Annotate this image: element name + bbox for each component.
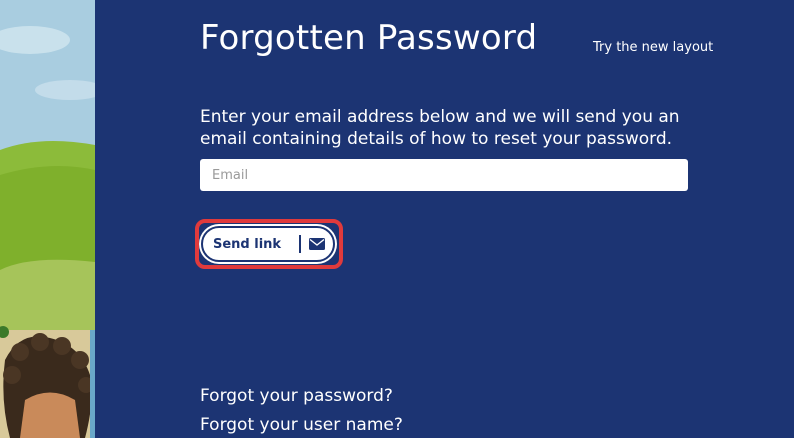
main-panel: Forgotten Password Try the new layout En… <box>95 0 794 438</box>
forgot-password-link[interactable]: Forgot your password? <box>200 386 393 406</box>
button-divider <box>299 235 302 253</box>
send-link-label: Send link <box>213 236 282 252</box>
instructions-text: Enter your email address below and we wi… <box>200 107 680 149</box>
page-title: Forgotten Password <box>200 18 538 58</box>
email-input[interactable] <box>200 159 688 191</box>
side-illustration <box>0 0 95 438</box>
send-link-button[interactable]: Send link <box>201 226 335 262</box>
try-new-layout-link[interactable]: Try the new layout <box>593 40 713 55</box>
envelope-icon <box>309 238 326 250</box>
forgot-username-link[interactable]: Forgot your user name? <box>200 415 403 435</box>
